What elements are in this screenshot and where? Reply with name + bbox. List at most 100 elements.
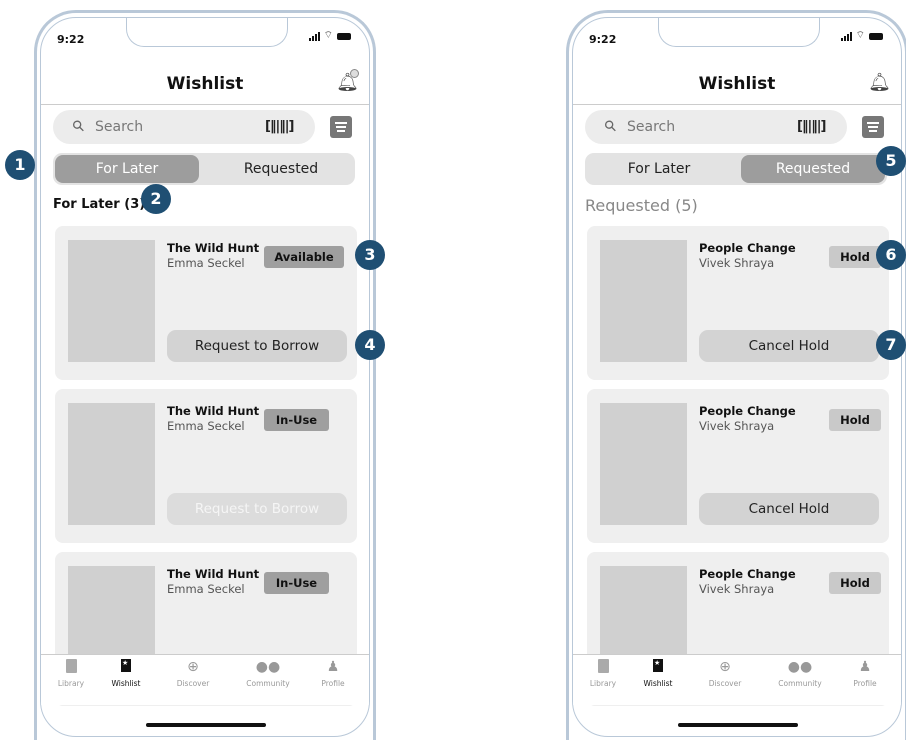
home-indicator xyxy=(146,723,266,727)
status-badge: Available xyxy=(264,246,344,268)
book-card[interactable]: The Wild Hunt Emma Seckel In-Use Request… xyxy=(55,389,357,543)
status-badge: In-Use xyxy=(264,409,329,431)
search-icon: ⚲ xyxy=(68,115,89,137)
wishlist-icon xyxy=(96,659,156,677)
tab-label: Community xyxy=(778,679,822,688)
tab-wishlist[interactable]: Wishlist xyxy=(628,659,688,688)
tab-community[interactable]: ●● Community xyxy=(770,659,830,688)
wishlist-icon xyxy=(628,659,688,677)
status-badge: In-Use xyxy=(264,572,329,594)
callout-marker: 4 xyxy=(355,330,385,360)
callout-marker: 7 xyxy=(876,330,906,360)
tab-label: Profile xyxy=(853,679,877,688)
request-to-borrow-button[interactable]: Request to Borrow xyxy=(167,330,347,362)
tab-for-later[interactable]: For Later xyxy=(587,155,731,183)
bell-icon[interactable]: 🔔︎ xyxy=(868,72,891,93)
notification-badge xyxy=(350,69,359,78)
section-title: For Later (3) xyxy=(53,197,146,212)
book-author: Vivek Shraya xyxy=(699,419,775,433)
phone-right: 9:22 ⌔ Wishlist 🔔︎ ⚲ Search [‖|‖|] For L… xyxy=(566,10,906,740)
request-to-borrow-button[interactable]: Request to Borrow xyxy=(167,493,347,525)
tab-label: Library xyxy=(589,679,617,688)
search-placeholder: Search xyxy=(627,119,676,135)
barcode-scan-icon[interactable]: [‖|‖|] xyxy=(265,119,294,134)
notch xyxy=(126,18,288,47)
book-title: The Wild Hunt xyxy=(167,241,260,255)
section-title: Requested (5) xyxy=(585,196,698,215)
book-title: People Change xyxy=(699,241,796,255)
tab-wishlist[interactable]: Wishlist xyxy=(96,659,156,688)
callout-marker: 1 xyxy=(5,150,35,180)
search-icon: ⚲ xyxy=(600,115,621,137)
bottom-tab-bar: Library Wishlist ⊕ Discover ●● Community… xyxy=(573,654,901,705)
tab-profile[interactable]: ♟ Profile xyxy=(303,659,363,688)
tab-label: Wishlist xyxy=(643,679,673,688)
search-input[interactable]: ⚲ Search [‖|‖|] xyxy=(585,110,847,144)
callout-marker: 5 xyxy=(876,146,906,176)
book-author: Emma Seckel xyxy=(167,256,245,270)
wifi-icon: ⌔ xyxy=(323,30,333,41)
book-cover xyxy=(600,240,687,362)
book-title: People Change xyxy=(699,567,796,581)
segmented-control: For Later Requested xyxy=(53,153,355,185)
book-author: Vivek Shraya xyxy=(699,256,775,270)
book-title: People Change xyxy=(699,404,796,418)
tab-label: Discover xyxy=(176,679,210,688)
tab-label: Wishlist xyxy=(111,679,141,688)
callout-marker: 2 xyxy=(141,184,171,214)
tab-label: Community xyxy=(246,679,290,688)
book-card[interactable]: People Change Vivek Shraya Hold Cancel H… xyxy=(587,226,889,380)
book-author: Emma Seckel xyxy=(167,419,245,433)
book-card[interactable]: People Change Vivek Shraya Hold Cancel H… xyxy=(587,389,889,543)
battery-icon xyxy=(869,32,883,40)
profile-icon: ♟ xyxy=(858,659,872,675)
wifi-icon: ⌔ xyxy=(855,30,865,41)
globe-icon: ⊕ xyxy=(187,659,199,675)
cancel-hold-button[interactable]: Cancel Hold xyxy=(699,330,879,362)
signal-icon xyxy=(840,31,852,41)
filter-icon[interactable] xyxy=(862,116,884,138)
book-author: Emma Seckel xyxy=(167,582,245,596)
tab-community[interactable]: ●● Community xyxy=(238,659,298,688)
tab-requested[interactable]: Requested xyxy=(209,155,353,183)
profile-icon: ♟ xyxy=(326,659,340,675)
library-icon xyxy=(573,659,633,677)
tab-label: Library xyxy=(57,679,85,688)
header-divider xyxy=(573,104,901,105)
status-icons: ⌔ xyxy=(840,30,883,41)
bottom-tab-bar: Library Wishlist ⊕ Discover ●● Community… xyxy=(41,654,369,705)
tab-profile[interactable]: ♟ Profile xyxy=(835,659,895,688)
status-badge: Hold xyxy=(829,246,881,268)
tab-for-later[interactable]: For Later xyxy=(55,155,199,183)
book-cover xyxy=(68,240,155,362)
callout-marker: 6 xyxy=(876,240,906,270)
search-input[interactable]: ⚲ Search [‖|‖|] xyxy=(53,110,315,144)
tab-label: Profile xyxy=(321,679,345,688)
screen-left: 9:22 ⌔ Wishlist 🔔︎ ⚲ Search [‖|‖|] For L… xyxy=(40,17,370,737)
callout-marker: 3 xyxy=(355,240,385,270)
header-divider xyxy=(41,104,369,105)
barcode-scan-icon[interactable]: [‖|‖|] xyxy=(797,119,826,134)
tab-discover[interactable]: ⊕ Discover xyxy=(695,659,755,688)
book-cover xyxy=(600,403,687,525)
battery-icon xyxy=(337,32,351,40)
page-title: Wishlist xyxy=(166,74,244,94)
book-card[interactable]: The Wild Hunt Emma Seckel Available Requ… xyxy=(55,226,357,380)
cancel-hold-button[interactable]: Cancel Hold xyxy=(699,493,879,525)
tab-library[interactable]: Library xyxy=(573,659,633,688)
filter-icon[interactable] xyxy=(330,116,352,138)
community-icon: ●● xyxy=(787,659,813,675)
status-badge: Hold xyxy=(829,572,881,594)
signal-icon xyxy=(308,31,320,41)
globe-icon: ⊕ xyxy=(719,659,731,675)
notch xyxy=(658,18,820,47)
book-title: The Wild Hunt xyxy=(167,567,260,581)
tab-discover[interactable]: ⊕ Discover xyxy=(163,659,223,688)
status-badge: Hold xyxy=(829,409,881,431)
library-icon xyxy=(41,659,101,677)
tab-requested[interactable]: Requested xyxy=(741,155,885,183)
phone-left: 9:22 ⌔ Wishlist 🔔︎ ⚲ Search [‖|‖|] For L… xyxy=(34,10,376,740)
status-time: 9:22 xyxy=(589,33,617,46)
tab-library[interactable]: Library xyxy=(41,659,101,688)
tab-label: Discover xyxy=(708,679,742,688)
